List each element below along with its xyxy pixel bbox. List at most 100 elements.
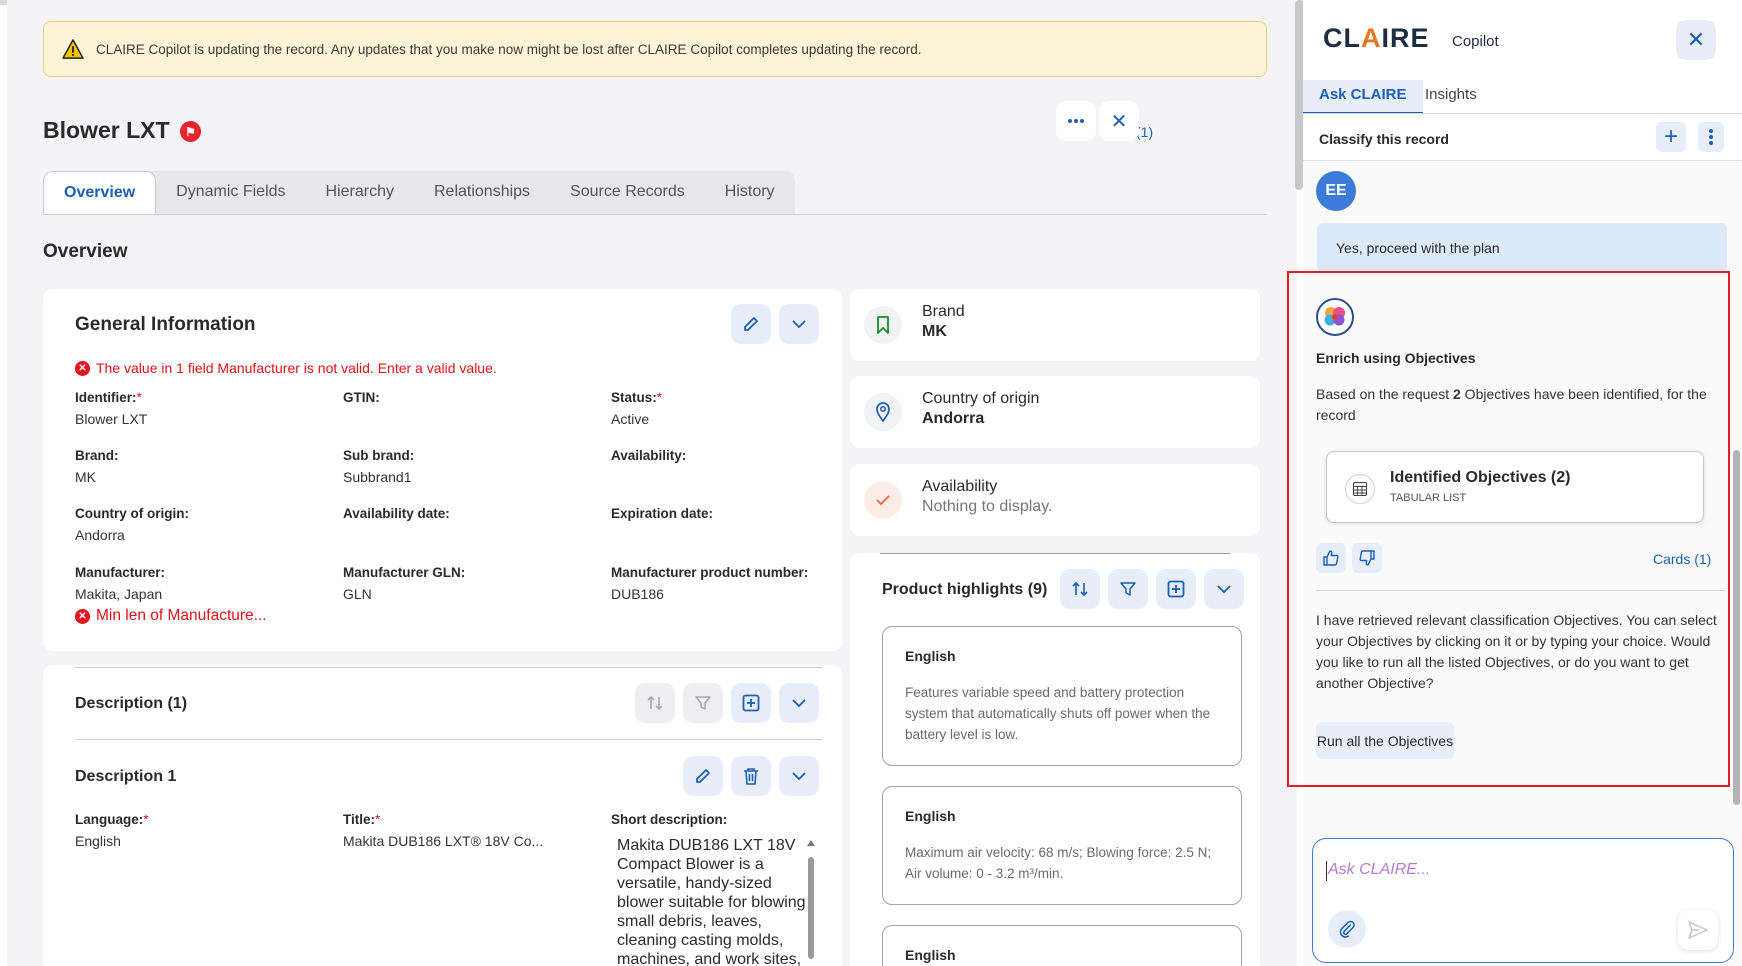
field-label-status: Status:*: [611, 390, 663, 405]
thumbs-up-button[interactable]: [1316, 543, 1346, 573]
tab-overview[interactable]: Overview: [43, 171, 157, 215]
tab-ask-claire[interactable]: Ask CLAIRE: [1303, 80, 1423, 114]
more-actions-button[interactable]: [1056, 101, 1096, 141]
highlight-text: Maximum air velocity: 68 m/s; Blowing fo…: [905, 845, 1212, 881]
record-tabs: Overview Dynamic Fields Hierarchy Relati…: [43, 171, 795, 215]
general-information-card: General Information ✕ The value in 1 fie…: [43, 289, 842, 651]
close-icon: ✕: [1110, 110, 1128, 133]
collapse-general-button[interactable]: [779, 304, 819, 344]
summary-country-value: Andorra: [922, 410, 985, 427]
tab-hierarchy[interactable]: Hierarchy: [306, 171, 414, 215]
edit-description-button[interactable]: [683, 756, 723, 796]
enrich-description: Based on the request 2 Objectives have b…: [1316, 386, 1707, 423]
sort-description-button[interactable]: [635, 683, 675, 723]
add-highlight-button[interactable]: [1156, 569, 1196, 609]
highlight-item[interactable]: English Features variable speed and batt…: [882, 626, 1242, 766]
field-value-country-of-origin: Andorra: [75, 527, 125, 543]
more-horizontal-icon: [1068, 119, 1084, 123]
chevron-down-icon: [792, 320, 806, 328]
highlight-item[interactable]: English Maximum air velocity: 68 m/s; Bl…: [882, 786, 1242, 905]
field-label-short-description: Short description:: [611, 812, 728, 827]
field-value-identifier: Blower LXT: [75, 411, 148, 427]
field-label-manufacturer-product-number: Manufacturer product number:: [611, 565, 809, 580]
identified-objectives-card[interactable]: Identified Objectives (2) TABULAR LIST: [1326, 451, 1704, 523]
record-flag-icon[interactable]: ⚑: [180, 121, 201, 142]
pencil-icon: [696, 769, 710, 783]
attach-button[interactable]: [1328, 910, 1366, 948]
warning-icon: [62, 39, 84, 59]
field-label-brand: Brand:: [75, 448, 119, 463]
claire-logo-subtitle: Copilot: [1452, 33, 1499, 50]
thumbs-down-button[interactable]: [1352, 543, 1382, 573]
cards-link[interactable]: Cards (1): [1653, 551, 1711, 567]
general-information-title: General Information: [75, 314, 256, 335]
summary-card-brand: Brand MK: [850, 289, 1260, 361]
collapse-description-item-button[interactable]: [779, 756, 819, 796]
collapse-highlights-button[interactable]: [1204, 569, 1244, 609]
chat-scrollbar[interactable]: [1733, 450, 1740, 805]
send-button[interactable]: [1678, 910, 1718, 950]
filter-icon: [695, 696, 711, 710]
summary-availability-label: Availability: [922, 478, 998, 495]
field-label-availability-date: Availability date:: [343, 506, 450, 521]
text-caret: [1326, 861, 1327, 881]
add-box-icon: [1167, 580, 1185, 598]
product-highlights-title: Product highlights (9): [882, 581, 1048, 598]
field-label-country-of-origin: Country of origin:: [75, 506, 189, 521]
manufacturer-field-error: ✕ Min len of Manufacture...: [75, 607, 267, 625]
pencil-icon: [744, 317, 758, 331]
highlight-language: English: [905, 648, 956, 664]
summary-card-availability: Availability Nothing to display.: [850, 464, 1260, 536]
tab-source-records[interactable]: Source Records: [550, 171, 705, 215]
table-icon: [1345, 474, 1375, 504]
paperclip-icon: [1339, 920, 1355, 938]
more-vertical-icon: [1709, 129, 1713, 145]
highlight-language: English: [905, 808, 956, 824]
tab-dynamic-fields[interactable]: Dynamic Fields: [156, 171, 305, 215]
highlights-top-divider: [880, 553, 1230, 554]
filter-description-button[interactable]: [683, 683, 723, 723]
field-value-manufacturer: Makita, Japan: [75, 586, 163, 602]
highlight-language: English: [905, 947, 956, 963]
filter-highlights-button[interactable]: [1108, 569, 1148, 609]
tab-relationships[interactable]: Relationships: [414, 171, 550, 215]
new-chat-button[interactable]: +: [1656, 122, 1686, 152]
collapse-description-button[interactable]: [779, 683, 819, 723]
add-description-button[interactable]: [731, 683, 771, 723]
description-top-divider: [75, 667, 822, 668]
identified-objectives-title: Identified Objectives (2): [1390, 469, 1571, 486]
thread-header-divider: [1303, 160, 1742, 161]
filter-icon: [1120, 582, 1136, 596]
main-scrollbar[interactable]: [1295, 0, 1303, 190]
thread-menu-button[interactable]: [1698, 122, 1724, 152]
sort-highlights-button[interactable]: [1060, 569, 1100, 609]
highlight-text: Features variable speed and battery prot…: [905, 685, 1211, 742]
warning-text: CLAIRE Copilot is updating the record. A…: [96, 41, 922, 57]
send-icon: [1688, 921, 1708, 939]
close-record-button[interactable]: ✕: [1099, 101, 1139, 141]
run-all-objectives-button[interactable]: Run all the Objectives: [1316, 722, 1454, 759]
ask-claire-input[interactable]: Ask CLAIRE...: [1312, 838, 1734, 963]
field-label-language: Language:*: [75, 812, 149, 827]
field-label-sub-brand: Sub brand:: [343, 448, 415, 463]
highlighted-response-frame: [1287, 271, 1730, 787]
field-label-availability: Availability:: [611, 448, 687, 463]
plus-icon: +: [1663, 123, 1678, 150]
thumbs-up-icon: [1323, 550, 1339, 566]
general-error-message: ✕ The value in 1 field Manufacturer is n…: [75, 360, 497, 376]
manufacturer-field-error-text: Min len of Manufacture...: [96, 607, 267, 624]
tab-history[interactable]: History: [705, 171, 795, 215]
delete-description-button[interactable]: [731, 756, 771, 796]
close-panel-button[interactable]: ✕: [1676, 20, 1716, 60]
field-label-manufacturer: Manufacturer:: [75, 565, 166, 580]
chevron-down-icon: [1217, 585, 1231, 593]
overview-heading: Overview: [43, 241, 128, 262]
chevron-down-icon: [792, 772, 806, 780]
summary-brand-value: MK: [922, 323, 947, 340]
general-error-text: The value in 1 field Manufacturer is not…: [96, 360, 497, 376]
field-label-title: Title:*: [343, 812, 381, 827]
highlight-item[interactable]: English: [882, 925, 1242, 966]
tabs-divider: [43, 214, 1267, 215]
tab-insights[interactable]: Insights: [1409, 80, 1493, 114]
edit-general-button[interactable]: [731, 304, 771, 344]
